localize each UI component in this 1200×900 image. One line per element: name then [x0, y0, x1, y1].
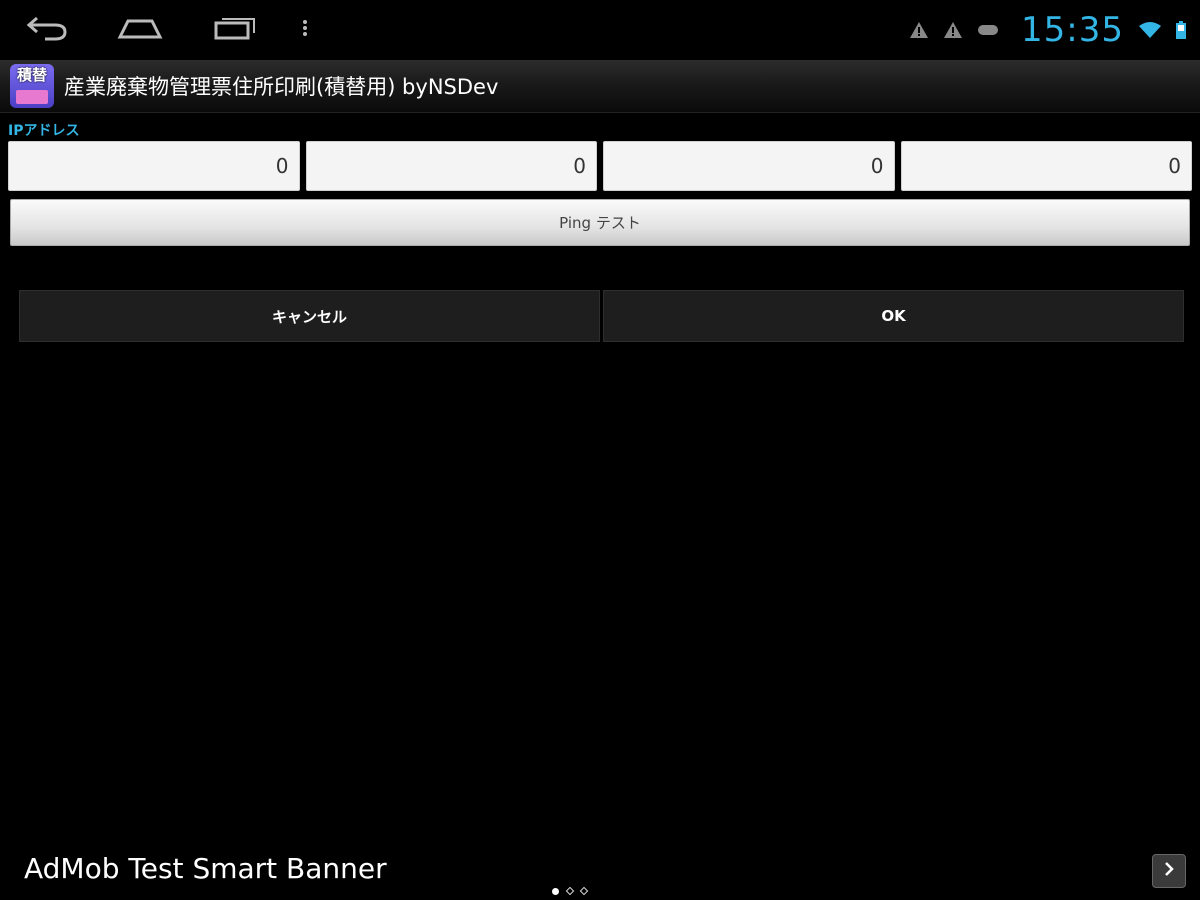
ok-button[interactable]: OK: [603, 290, 1184, 342]
page-dot: [565, 886, 575, 896]
wifi-icon: [1138, 21, 1162, 39]
ip-octet-4-field[interactable]: [900, 141, 1192, 191]
home-button[interactable]: [105, 10, 175, 50]
ad-next-button[interactable]: [1152, 854, 1186, 888]
overflow-menu-button[interactable]: [290, 10, 320, 50]
ip-octet-3-field[interactable]: [603, 141, 895, 191]
recent-apps-icon: [212, 15, 258, 45]
warning-icon: [943, 21, 963, 39]
cancel-label: キャンセル: [271, 307, 347, 326]
back-button[interactable]: [12, 10, 82, 50]
page-dot: [579, 886, 589, 896]
ping-test-label: Ping テスト: [559, 214, 641, 232]
cancel-button[interactable]: キャンセル: [19, 290, 600, 342]
screen: 15:35 積替 産業廃棄物管理票住所印刷(積替用) byNSDev IPアドレ…: [0, 0, 1200, 900]
ip-address-fields: [8, 141, 1192, 191]
ad-page-indicator: [552, 886, 589, 896]
status-area: 15:35: [909, 6, 1186, 54]
ip-octet-2-field[interactable]: [305, 141, 597, 191]
app-icon-text: 積替: [16, 66, 47, 84]
game-controller-icon: [977, 23, 999, 37]
ip-octet-1-field[interactable]: [8, 141, 300, 191]
truck-icon: [16, 90, 48, 104]
chevron-right-icon: [1162, 860, 1176, 882]
battery-icon: [1176, 21, 1186, 39]
ad-banner[interactable]: AdMob Test Smart Banner: [0, 840, 1200, 900]
ping-test-button[interactable]: Ping テスト: [10, 199, 1190, 246]
page-dot-active: [552, 887, 559, 895]
recent-apps-button[interactable]: [200, 10, 270, 50]
ip-address-label: IPアドレス: [8, 123, 80, 139]
dialog-buttons: キャンセル OK: [19, 290, 1184, 342]
warning-icon: [909, 21, 929, 39]
action-bar: 積替 産業廃棄物管理票住所印刷(積替用) byNSDev: [0, 60, 1200, 113]
app-title: 産業廃棄物管理票住所印刷(積替用) byNSDev: [64, 75, 499, 99]
ad-text: AdMob Test Smart Banner: [24, 852, 387, 885]
clock: 15:35: [1021, 10, 1124, 50]
home-icon: [116, 15, 164, 45]
ok-label: OK: [881, 307, 906, 325]
system-bar: 15:35: [0, 0, 1200, 60]
back-icon: [25, 14, 69, 46]
overflow-menu-icon: [301, 18, 309, 42]
app-icon[interactable]: 積替: [10, 64, 54, 108]
